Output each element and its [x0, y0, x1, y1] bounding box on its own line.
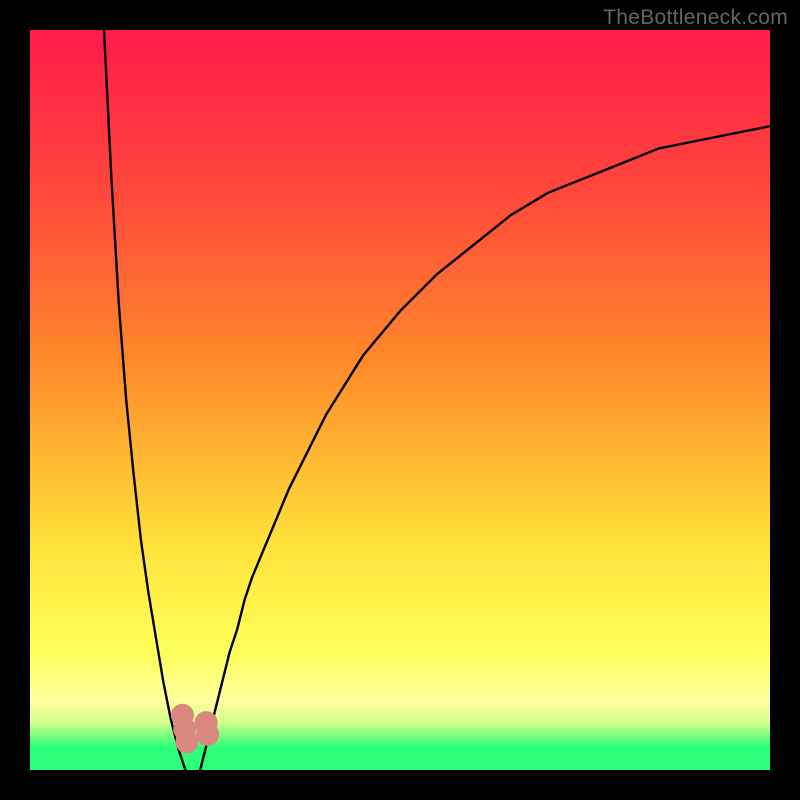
data-marker [176, 731, 198, 753]
marker-group [171, 704, 218, 753]
data-marker [197, 723, 219, 745]
curves-layer [30, 30, 770, 770]
watermark-text: TheBottleneck.com [603, 6, 788, 30]
series-group [104, 30, 770, 770]
plot-area [30, 30, 770, 770]
series-left-curve [104, 30, 185, 770]
series-right-curve [200, 126, 770, 770]
chart-root: TheBottleneck.com [0, 0, 800, 800]
